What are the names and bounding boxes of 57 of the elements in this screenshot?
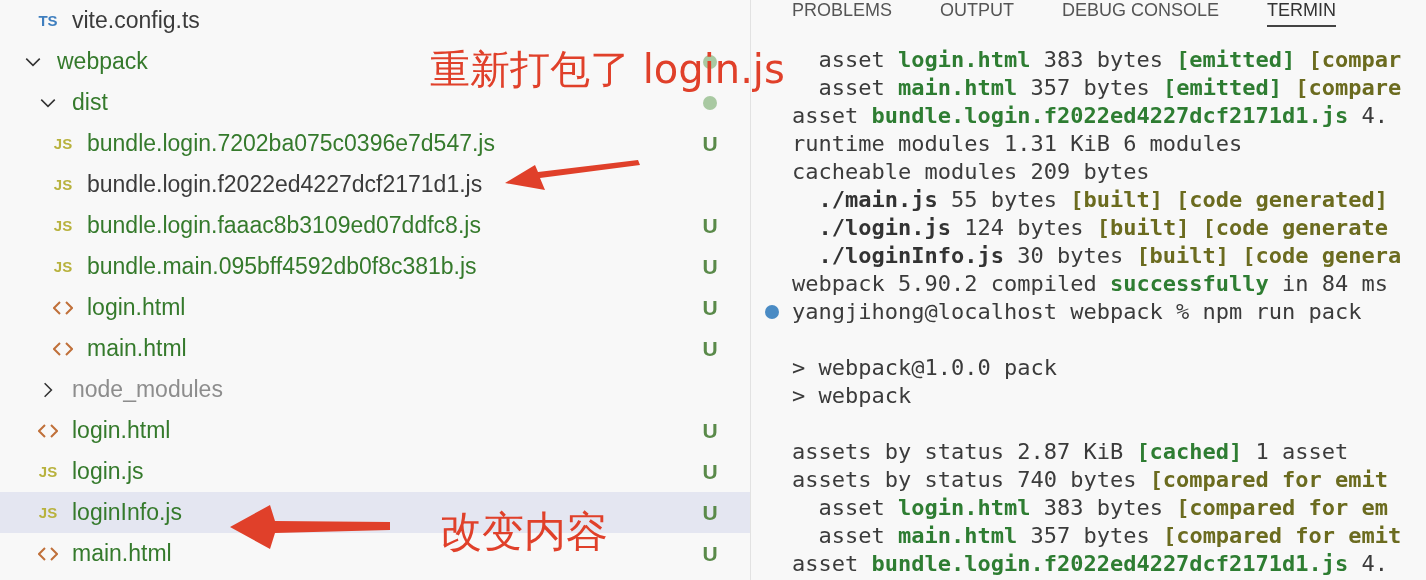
file-type-icon: JS [38,464,58,479]
file-type-icon: JS [53,218,73,233]
file-name[interactable]: bundle.login.faaac8b3109ed07ddfc8.js [87,212,481,239]
terminal-line: ./loginInfo.js 30 bytes [built] [code genera [817,243,1402,268]
git-status: U [701,213,719,238]
terminal-line: asset bundle.login.f2022ed4227dcf2171d1.js 4. [792,551,1389,576]
panel-tab[interactable]: DEBUG CONSOLE [1062,0,1220,27]
terminal-line: cacheable modules 209 bytes [792,159,1150,184]
terminal-line: assets by status 2.87 KiB [cached] 1 asset [792,439,1349,464]
file-name[interactable]: dist [72,89,108,116]
file-name[interactable]: loginInfo.js [72,499,182,526]
git-status: U [701,418,719,443]
git-status: U [701,295,719,320]
file-name[interactable]: login.js [72,458,144,485]
file-name[interactable]: login.html [72,417,171,444]
file-name[interactable]: main.html [87,335,187,362]
terminal-line: assets by status 740 bytes [compared for emit [792,467,1389,492]
panel-tab[interactable]: PROBLEMS [792,0,893,27]
panel-tab[interactable]: TERMIN [1267,0,1337,27]
git-status: U [701,131,719,156]
annotation-text: 重新打包了 login.js [430,45,785,94]
code-brackets-icon [53,341,73,356]
terminal-line: ./main.js 55 bytes [built] [code generated] [817,187,1389,212]
terminal-line: webpack 5.90.2 compiled successfully in 84 ms [792,271,1389,296]
file-type-icon: JS [53,259,73,274]
terminal-line: > webpack [792,383,912,408]
terminal-line: asset bundle.login.f2022ed4227dcf2171d1.js 4. [792,103,1389,128]
file-name[interactable]: webpack [57,48,148,75]
file-type-icon: JS [38,505,58,520]
prompt-dot-icon [765,305,779,319]
panel-tab[interactable]: OUTPUT [940,0,1015,27]
file-name[interactable]: bundle.login.7202ba075c0396e7d547.js [87,130,495,157]
git-status: U [701,336,719,361]
terminal-line: ./login.js 124 bytes [built] [code generate [817,215,1389,240]
code-brackets-icon [38,546,58,561]
terminal-line: asset login.html 383 bytes [compared for em [817,495,1389,520]
file-name[interactable]: node_modules [72,376,223,403]
file-type-icon: TS [38,13,58,28]
file-name[interactable]: bundle.main.095bff4592db0f8c381b.js [87,253,477,280]
git-status: U [701,500,719,525]
file-name[interactable]: bundle.login.f2022ed4227dcf2171d1.js [87,171,483,198]
terminal-line: yangjihong@localhost webpack % npm run pack [792,299,1362,324]
git-status: U [701,254,719,279]
terminal-line: asset main.html 357 bytes [emitted] [compare [817,75,1402,100]
file-name[interactable]: vite.config.ts [72,7,200,34]
git-status: U [701,459,719,484]
file-type-icon: JS [53,177,73,192]
file-name[interactable]: main.html [72,540,172,567]
code-brackets-icon [38,423,58,438]
git-status: U [701,541,719,566]
file-name[interactable]: login.html [87,294,186,321]
terminal-line: runtime modules 1.31 KiB 6 modules [792,131,1243,156]
terminal-line: asset login.html 383 bytes [emitted] [compar [817,47,1402,72]
terminal-line: asset main.html 357 bytes [compared for emit [817,523,1402,548]
terminal-line: > webpack@1.0.0 pack [792,355,1057,380]
code-brackets-icon [53,300,73,315]
file-type-icon: JS [53,136,73,151]
